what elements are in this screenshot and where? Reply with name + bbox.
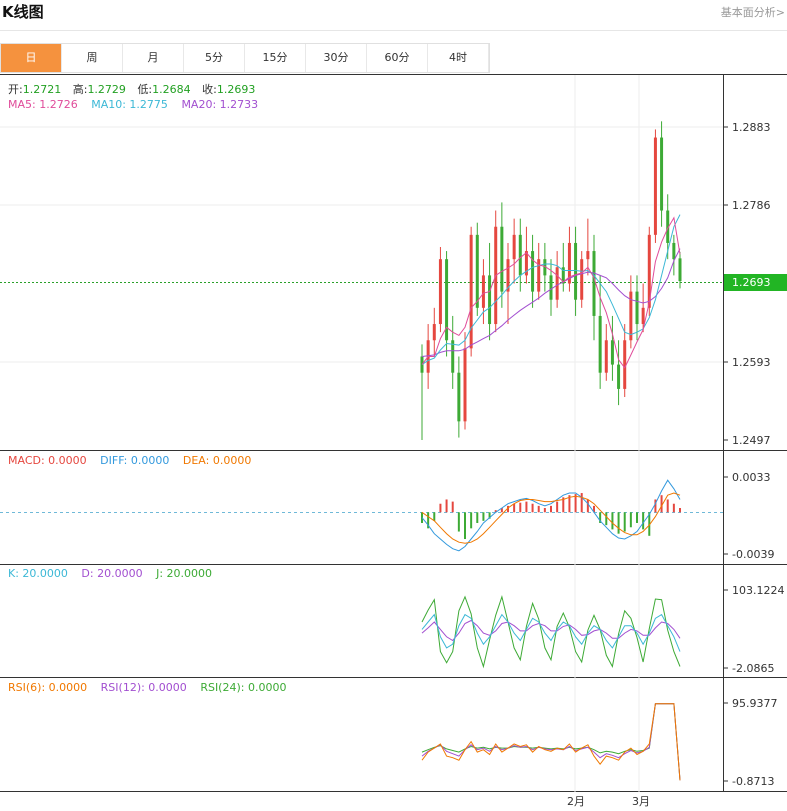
candle-body bbox=[463, 348, 467, 422]
candle-body bbox=[457, 372, 461, 422]
candle-body bbox=[475, 234, 479, 308]
rsi-tick-bottom: -0.8713 bbox=[732, 775, 774, 788]
candle-body bbox=[660, 137, 664, 211]
rsi24-line bbox=[421, 703, 681, 781]
candle-body bbox=[512, 234, 516, 260]
macd-tick-bottom: -0.0039 bbox=[732, 548, 774, 561]
candle-body bbox=[432, 324, 436, 341]
candle-body bbox=[592, 251, 596, 316]
price-tick-5: 1.2497 bbox=[732, 434, 771, 447]
macd-series bbox=[421, 479, 681, 552]
candle-body bbox=[635, 291, 639, 325]
candle-body bbox=[531, 251, 535, 292]
kdj-tick-top: 103.1224 bbox=[732, 584, 785, 597]
candle-body bbox=[481, 275, 485, 308]
kdj-tick-bottom: -2.0865 bbox=[732, 662, 774, 675]
ohlc-info: 开:1.2721 高:1.2729 低:1.2684 收:1.2693 bbox=[8, 82, 255, 96]
rsi6-line bbox=[421, 703, 681, 781]
candle-body bbox=[469, 234, 473, 349]
candle-body bbox=[586, 251, 590, 260]
rsi-tick-top: 95.9377 bbox=[732, 697, 778, 710]
dea-line bbox=[421, 492, 681, 544]
ma-legend: MA5: 1.2726 MA10: 1.2775 MA20: 1.2733 bbox=[8, 98, 258, 111]
candle-body bbox=[549, 275, 553, 300]
macd-tick-top: 0.0033 bbox=[732, 471, 771, 484]
kdj-legend: K: 20.0000 D: 20.0000 J: 20.0000 bbox=[8, 567, 212, 580]
candle-body bbox=[555, 267, 559, 300]
price-tick-2: 1.2786 bbox=[732, 199, 771, 212]
rsi-series bbox=[421, 703, 681, 781]
ma5-legend: MA5: 1.2726 bbox=[8, 98, 78, 111]
candle-body bbox=[451, 340, 455, 373]
rsi12-line bbox=[421, 703, 681, 781]
kdj-series bbox=[421, 594, 681, 669]
d-line bbox=[421, 619, 681, 642]
j-line bbox=[421, 594, 681, 669]
price-tick-4: 1.2593 bbox=[732, 356, 771, 369]
candle-body bbox=[678, 258, 682, 282]
candle-body bbox=[672, 242, 676, 260]
candle-body bbox=[641, 307, 645, 325]
candle-body bbox=[604, 340, 608, 373]
candle-body bbox=[438, 259, 442, 325]
candle-body bbox=[617, 364, 621, 389]
kline-chart[interactable]: 1.2883 1.2786 1.2593 1.2497 1.2693 开:1.2… bbox=[0, 0, 787, 811]
candle-body bbox=[598, 315, 602, 373]
ma10-legend: MA10: 1.2775 bbox=[91, 98, 168, 111]
macd-legend: MACD: 0.0000 DIFF: 0.0000 DEA: 0.0000 bbox=[8, 454, 251, 467]
candle-body bbox=[653, 137, 657, 235]
candle-body bbox=[518, 234, 522, 276]
candle-body bbox=[580, 259, 584, 300]
ma20-legend: MA20: 1.2733 bbox=[181, 98, 258, 111]
diff-line bbox=[421, 479, 681, 552]
current-price-label: 1.2693 bbox=[732, 276, 771, 289]
candlestick-series bbox=[420, 121, 682, 440]
x-tick-feb: 2月 bbox=[567, 795, 585, 808]
k-line bbox=[421, 613, 681, 652]
candle-body bbox=[488, 275, 492, 325]
x-tick-mar: 3月 bbox=[632, 795, 650, 808]
rsi-legend: RSI(6): 0.0000 RSI(12): 0.0000 RSI(24): … bbox=[8, 681, 286, 694]
price-tick-1: 1.2883 bbox=[732, 121, 771, 134]
candle-body bbox=[574, 242, 578, 300]
candle-body bbox=[500, 226, 504, 292]
candle-body bbox=[610, 340, 614, 365]
